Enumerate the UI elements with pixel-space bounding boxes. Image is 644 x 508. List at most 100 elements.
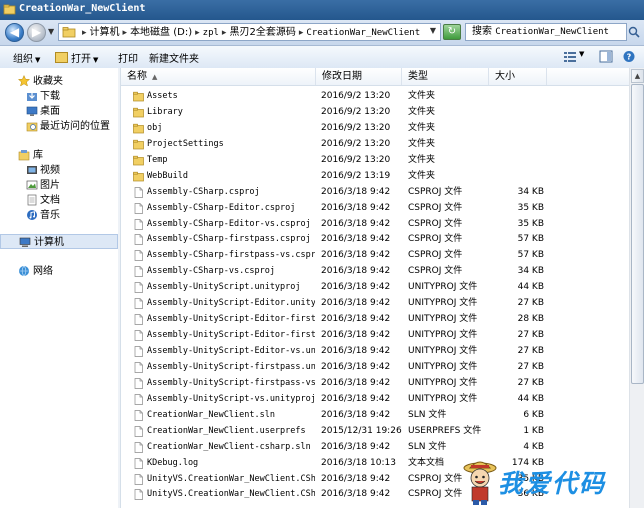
file-row[interactable]: Assembly-CSharp-firstpass-vs.csproj 2016/… <box>121 248 629 264</box>
back-button[interactable]: ◀ <box>5 23 24 42</box>
file-row[interactable]: Assembly-UnityScript.unityproj 2016/3/18 … <box>121 280 629 296</box>
file-date: 2016/3/18 9:42 <box>321 409 391 420</box>
file-name: Assembly-UnityScript-firstpass-vs.... <box>147 377 315 388</box>
file-list: 名称 ▲ 修改日期 类型 大小 Assets 2016/9/2 13:20 文件夹 Li… <box>121 68 629 508</box>
file-row[interactable]: Assembly-CSharp-firstpass.csproj 2016/3/1… <box>121 232 629 248</box>
search-icon[interactable] <box>628 26 640 38</box>
breadcrumb-separator-icon[interactable]: ▸ <box>79 28 90 38</box>
file-type: UNITYPROJ 文件 <box>408 298 478 309</box>
file-icon <box>134 250 143 262</box>
file-name: Library <box>147 106 183 117</box>
print-button[interactable]: 打印 <box>118 50 138 65</box>
file-name: ProjectSettings <box>147 138 224 149</box>
sidebar-item-desktop[interactable]: 桌面 <box>0 104 118 119</box>
file-rows: Assets 2016/9/2 13:20 文件夹 Library 2016/9/2 1… <box>121 89 629 503</box>
navigation-pane-divider[interactable] <box>118 68 120 508</box>
view-dropdown-icon[interactable]: ▼ <box>579 50 584 58</box>
open-button[interactable]: 打开 ▼ <box>55 50 98 65</box>
column-header-date[interactable]: 修改日期 <box>316 68 402 85</box>
file-date: 2016/3/18 9:42 <box>321 377 391 388</box>
file-row[interactable]: Assembly-CSharp.csproj 2016/3/18 9:42 CSPR… <box>121 185 629 201</box>
column-header-row: 名称 ▲ 修改日期 类型 大小 <box>121 68 629 86</box>
file-row[interactable]: CreationWar_NewClient.userprefs 2015/12/3… <box>121 424 629 440</box>
breadcrumb-item[interactable]: 黑刃2全套源码 <box>229 27 295 38</box>
refresh-button[interactable]: ↻ <box>443 24 461 40</box>
library-icon <box>18 150 30 161</box>
scroll-thumb[interactable] <box>631 84 644 384</box>
file-date: 2016/3/18 9:42 <box>321 346 391 356</box>
address-dropdown-icon[interactable]: ▼ <box>430 26 436 35</box>
breadcrumb-item[interactable]: 本地磁盘 (D:) <box>130 27 192 38</box>
file-name: UnityVS.CreationWar_NewClient.CSha... <box>147 473 315 484</box>
view-options-icon[interactable] <box>563 50 577 63</box>
file-size: 34 KB <box>517 266 544 277</box>
file-name: Temp <box>147 154 168 165</box>
file-name: Assembly-CSharp-Editor-vs.csproj <box>147 218 311 229</box>
sidebar-item-favorites[interactable]: 收藏夹 <box>0 74 118 89</box>
file-row[interactable]: Assembly-UnityScript-firstpass.uni... 201… <box>121 360 629 376</box>
breadcrumb-separator-icon[interactable]: ▸ <box>219 28 230 38</box>
file-row[interactable]: Temp 2016/9/2 13:20 文件夹 <box>121 153 629 169</box>
file-row[interactable]: Library 2016/9/2 13:20 文件夹 <box>121 105 629 121</box>
file-size: 27 KB <box>517 377 544 388</box>
file-row[interactable]: Assembly-CSharp-Editor.csproj 2016/3/18 9… <box>121 201 629 217</box>
organize-button[interactable]: 组织 ▼ <box>13 50 40 65</box>
column-header-size[interactable]: 大小 <box>489 68 547 85</box>
vertical-scrollbar[interactable]: ▲ <box>629 68 644 508</box>
file-row[interactable]: WebBuild 2016/9/2 13:19 文件夹 <box>121 169 629 185</box>
new-folder-button[interactable]: 新建文件夹 <box>149 50 199 65</box>
file-row[interactable]: Assembly-UnityScript-Editor.unityproj 201… <box>121 296 629 312</box>
file-row[interactable]: Assembly-UnityScript-vs.unityproj 2016/3/… <box>121 392 629 408</box>
file-row[interactable]: Assembly-UnityScript-Editor-firstp... 201… <box>121 328 629 344</box>
file-row[interactable]: CreationWar_NewClient-csharp.sln 2016/3/1… <box>121 440 629 456</box>
file-row[interactable]: Assembly-CSharp-Editor-vs.csproj 2016/3/1… <box>121 217 629 233</box>
sidebar-item-libraries[interactable]: 库 <box>0 148 118 163</box>
sidebar-item-pictures[interactable]: 图片 <box>0 178 118 193</box>
file-icon <box>134 425 143 437</box>
file-date: 2016/3/18 9:42 <box>321 282 391 293</box>
address-field[interactable]: ▸ 计算机 ▸ 本地磁盘 (D:) ▸ zpl ▸ 黑刃2全套源码 ▸ CreationWar_N… <box>58 23 441 41</box>
file-row[interactable]: Assembly-UnityScript-Editor-vs.uni... 201… <box>121 344 629 360</box>
column-header-name[interactable]: 名称 ▲ <box>121 68 316 85</box>
breadcrumb-separator-icon[interactable]: ▸ <box>120 28 131 38</box>
file-date: 2016/3/18 9:42 <box>321 266 391 277</box>
search-input[interactable]: 搜索 CreationWar_NewClient <box>465 23 627 41</box>
sidebar-item-network[interactable]: 网络 <box>0 264 118 279</box>
file-type: CSPROJ 文件 <box>408 218 463 229</box>
file-row[interactable]: Assembly-UnityScript-firstpass-vs.... 201… <box>121 376 629 392</box>
computer-icon <box>19 237 31 247</box>
file-row[interactable]: ProjectSettings 2016/9/2 13:20 文件夹 <box>121 137 629 153</box>
sidebar-item-music[interactable]: 音乐 <box>0 208 118 223</box>
breadcrumb-separator-icon[interactable]: ▸ <box>192 28 203 38</box>
file-row[interactable]: Assembly-UnityScript-Editor-firstp... 201… <box>121 312 629 328</box>
breadcrumb-item[interactable]: 计算机 <box>90 27 120 38</box>
help-icon[interactable]: ? <box>622 50 636 63</box>
breadcrumb-item[interactable]: CreationWar_NewClient <box>306 28 420 38</box>
folder-icon <box>62 27 76 38</box>
sidebar-item-computer[interactable]: 计算机 <box>0 234 118 249</box>
column-header-type[interactable]: 类型 <box>402 68 489 85</box>
file-row[interactable]: Assets 2016/9/2 13:20 文件夹 <box>121 89 629 105</box>
file-row[interactable]: obj 2016/9/2 13:20 文件夹 <box>121 121 629 137</box>
preview-pane-icon[interactable] <box>599 50 613 63</box>
sidebar-item-downloads[interactable]: 下载 <box>0 89 118 104</box>
file-type: UNITYPROJ 文件 <box>408 282 478 293</box>
file-name: Assembly-UnityScript-Editor-firstp... <box>147 330 315 341</box>
documents-icon <box>27 194 37 206</box>
forward-button[interactable]: ▶ <box>27 23 46 42</box>
file-row[interactable]: Assembly-CSharp-vs.csproj 2016/3/18 9:42 C… <box>121 264 629 280</box>
file-icon <box>134 298 143 310</box>
file-name: Assembly-UnityScript.unityproj <box>147 282 301 293</box>
sidebar-item-recent-places[interactable]: 最近访问的位置 <box>0 119 118 134</box>
file-size: 1 KB <box>523 425 544 436</box>
recent-pages-dropdown[interactable]: ▼ <box>48 27 54 36</box>
breadcrumb-item[interactable]: zpl <box>203 28 219 38</box>
folder-icon <box>133 107 144 118</box>
file-row[interactable]: CreationWar_NewClient.sln 2016/3/18 9:42 S… <box>121 408 629 424</box>
file-type: CSPROJ 文件 <box>408 202 463 213</box>
scroll-up-button[interactable]: ▲ <box>631 69 644 83</box>
sidebar-item-documents[interactable]: 文档 <box>0 193 118 208</box>
breadcrumb-separator-icon[interactable]: ▸ <box>296 28 307 38</box>
file-name: Assembly-UnityScript-Editor-vs.uni... <box>147 346 315 356</box>
sidebar-item-videos[interactable]: 视频 <box>0 163 118 178</box>
